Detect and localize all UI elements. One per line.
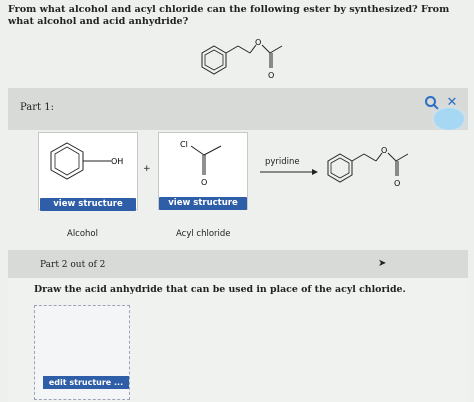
target-ester-structure: O O xyxy=(201,38,283,80)
part2-label: Part 2 out of 2 xyxy=(40,260,106,270)
reaction-arrow-icon xyxy=(260,169,318,175)
part1-label: Part 1: xyxy=(20,102,54,113)
carbonyl-oxygen-label: O xyxy=(268,71,274,80)
view-alcohol-structure-button[interactable]: view structure xyxy=(40,198,136,211)
part2-question: Draw the acid anhydride that can be used… xyxy=(34,284,406,295)
oh-label: OH xyxy=(111,157,123,166)
part1-panel: OH view structure + Cl O view structure … xyxy=(8,130,468,250)
reagent-label: pyridine xyxy=(265,157,300,167)
acyl-chloride-caption: Acyl chloride xyxy=(176,229,231,239)
view-acyl-chloride-structure-button[interactable]: view structure xyxy=(159,197,247,210)
search-icon[interactable] xyxy=(424,95,440,111)
part2-header: Part 2 out of 2 xyxy=(8,250,468,278)
product-ester-oxygen-label: O xyxy=(381,146,387,155)
phenol-structure: OH xyxy=(50,142,123,180)
product-ester-structure: O O xyxy=(327,146,409,188)
acyl-oxygen-label: O xyxy=(201,178,207,187)
mouse-cursor-icon: ➤ xyxy=(378,258,387,269)
part2-panel: Draw the acid anhydride that can be used… xyxy=(8,278,468,402)
help-bubble[interactable] xyxy=(434,108,464,130)
alcohol-caption: Alcohol xyxy=(67,229,98,239)
cl-label: Cl xyxy=(180,140,188,149)
edit-structure-button[interactable]: edit structure ... xyxy=(43,376,129,389)
acyl-chloride-structure: Cl O xyxy=(180,140,222,187)
ester-oxygen-label: O xyxy=(255,38,261,47)
question-text: From what alcohol and acyl chloride can … xyxy=(8,4,450,27)
product-carbonyl-oxygen-label: O xyxy=(394,179,400,188)
part1-header: Part 1: ✕ xyxy=(8,88,468,130)
plus-sign: + xyxy=(143,164,151,174)
